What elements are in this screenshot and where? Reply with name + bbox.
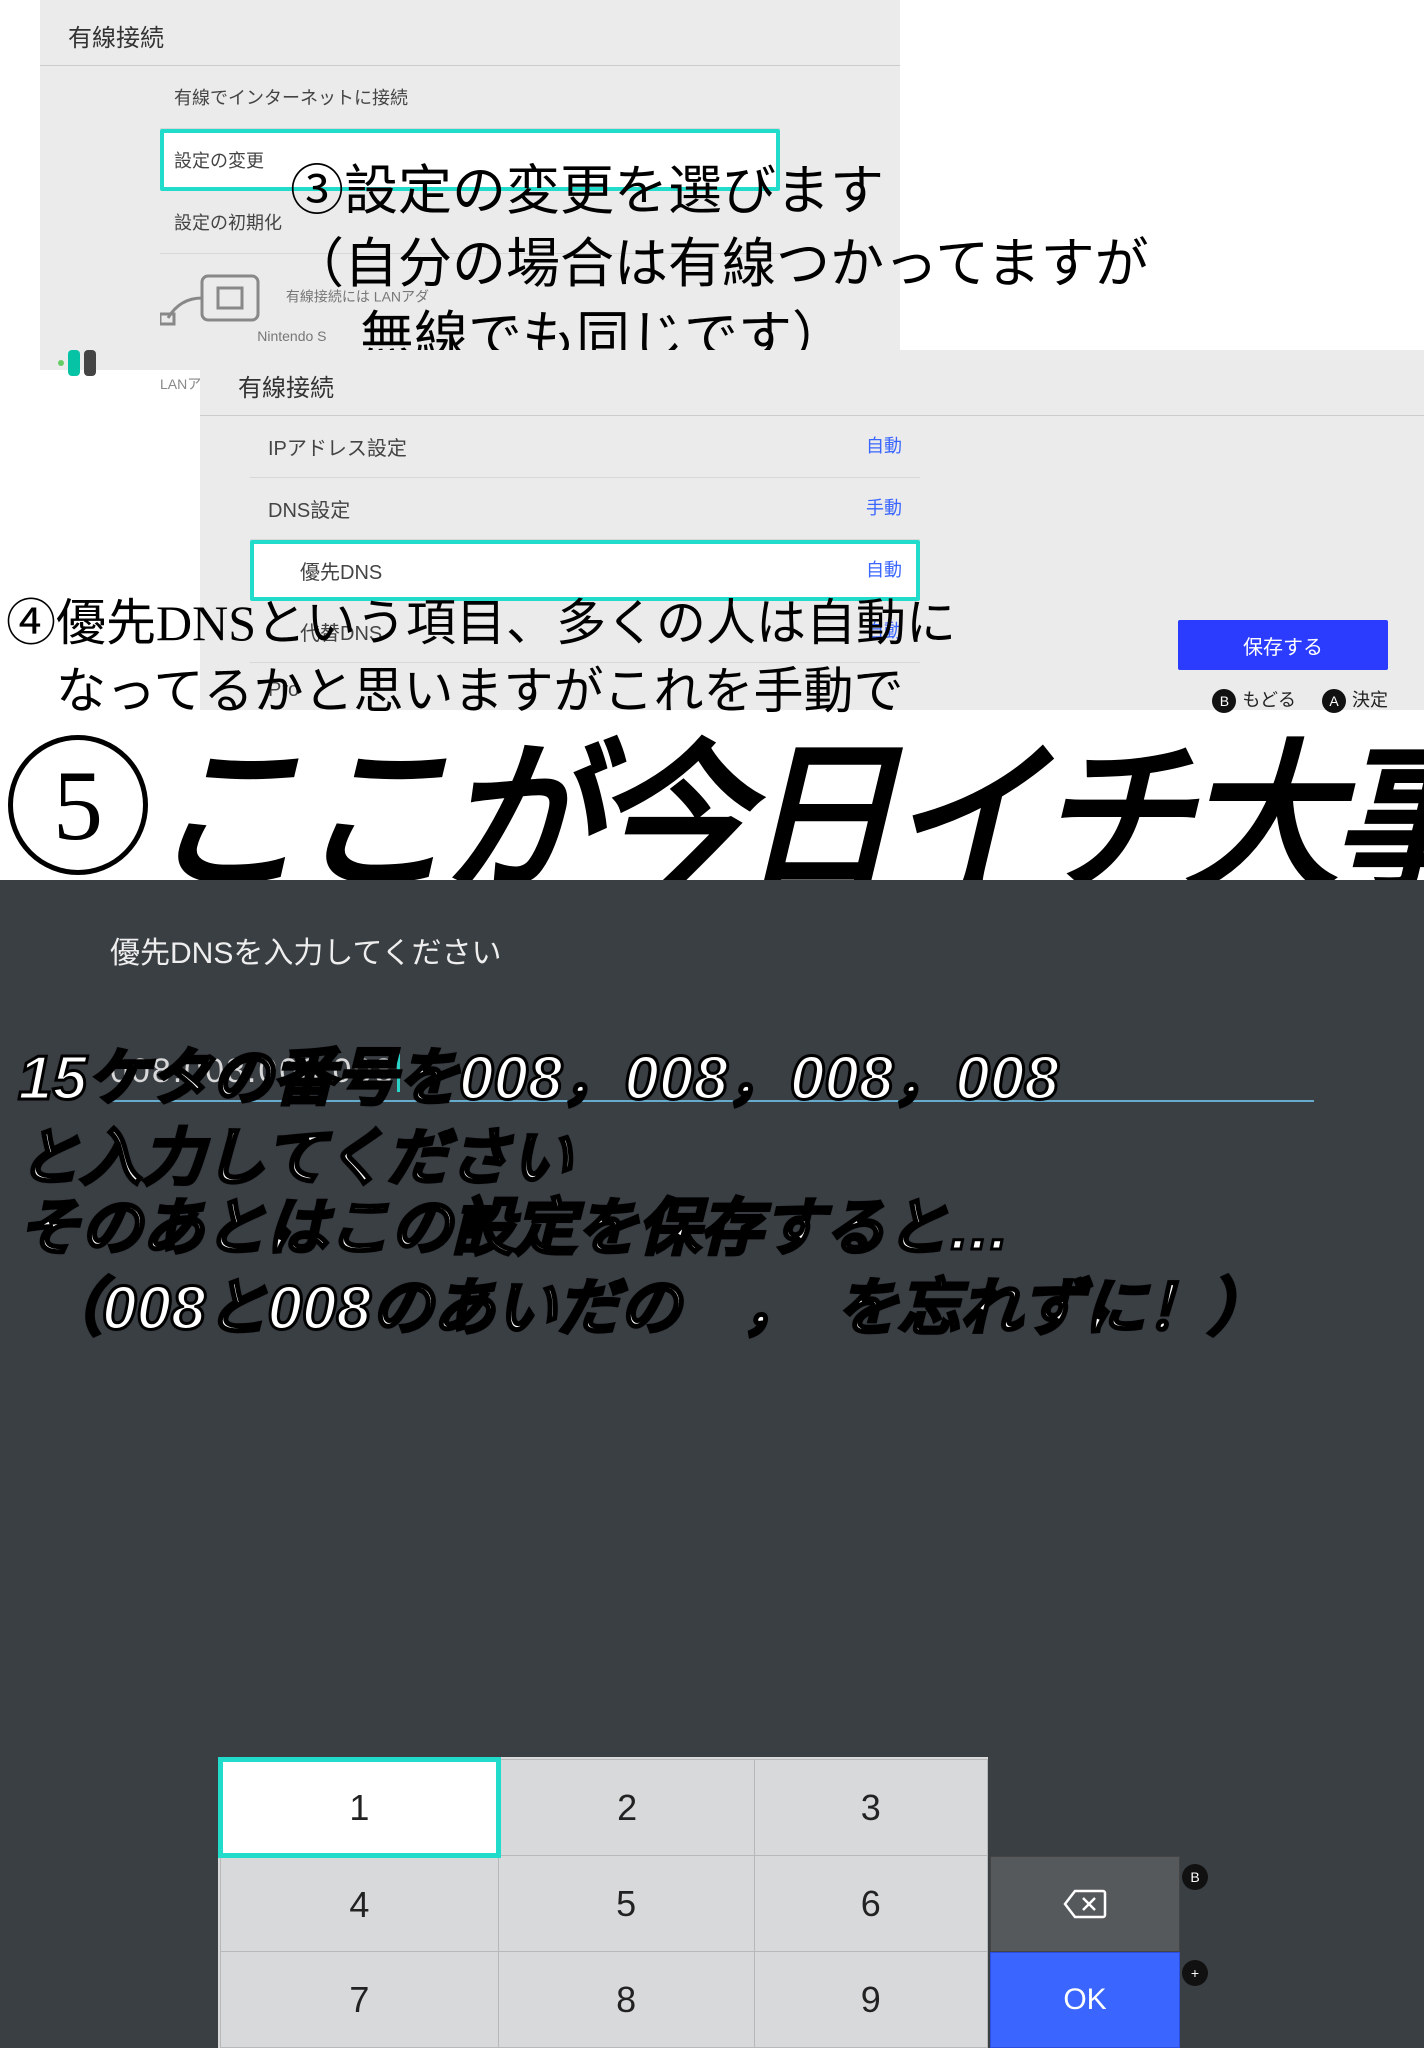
b-badge-icon: B (1182, 1864, 1208, 1890)
joycon-right-icon (84, 350, 96, 376)
key-6[interactable]: 6 (754, 1856, 987, 1952)
page-title: 有線接続 (40, 0, 900, 65)
row-value: 自動 (866, 432, 902, 461)
backspace-key[interactable] (990, 1856, 1180, 1952)
key-9[interactable]: 9 (754, 1952, 987, 2048)
joycon-left-icon (68, 350, 80, 376)
plus-badge-icon: + (1182, 1960, 1208, 1986)
key-3[interactable]: 3 (754, 1760, 987, 1856)
annotation-step5: 5 ここが今日イチ大事！ (0, 720, 1424, 890)
key-8[interactable]: 8 (498, 1952, 754, 2048)
caption-line1: 15ケタの番号を008，008，008，008 (18, 1040, 1059, 1118)
key-2[interactable]: 2 (498, 1760, 754, 1856)
anno3-line2: （自分の場合は有線つかってますが (290, 228, 1410, 301)
key-5[interactable]: 5 (498, 1856, 754, 1952)
row-connect[interactable]: 有線でインターネットに接続 (160, 66, 780, 129)
input-prompt: 優先DNSを入力してください (0, 880, 1424, 972)
row-ip[interactable]: IPアドレス設定 自動 (250, 416, 920, 478)
joycon-indicator (58, 350, 96, 376)
keypad-side-column: OK B + (990, 1856, 1180, 2048)
annotation-step3: ③設定の変更を選びます （自分の場合は有線つかってますが 無線でも同じです） (290, 155, 1410, 374)
key-1[interactable]: 1 (221, 1760, 499, 1856)
backspace-icon (1063, 1889, 1107, 1919)
anno3-line1: ③設定の変更を選びます (290, 155, 1410, 228)
anno4-line1: ④優先DNSという項目、多くの人は自動に (6, 590, 1206, 658)
caption-line3: そのあとはこの設定を保存すると… (18, 1190, 1010, 1268)
row-value: 手動 (866, 494, 902, 523)
numeric-keypad: 1 2 3 4 5 6 7 8 9 (218, 1757, 988, 2048)
row-label: 優先DNS (300, 556, 382, 585)
row-dns[interactable]: DNS設定 手動 (250, 478, 920, 540)
caption-line2: と入力してください (18, 1120, 572, 1198)
page-title-2: 有線接続 (200, 350, 1424, 416)
key-7[interactable]: 7 (221, 1952, 499, 2048)
caption-line4: （008と008のあいだの ， を忘れずに！） (40, 1270, 1270, 1348)
lan-adapter-icon (160, 268, 270, 328)
ok-key[interactable]: OK (990, 1952, 1180, 2048)
row-label: DNS設定 (268, 494, 350, 523)
row-value: 自動 (866, 556, 902, 585)
step5-circle: 5 (8, 735, 148, 875)
key-4[interactable]: 4 (221, 1856, 499, 1952)
row-label: IPアドレス設定 (268, 432, 407, 461)
save-button[interactable]: 保存する (1178, 620, 1388, 670)
